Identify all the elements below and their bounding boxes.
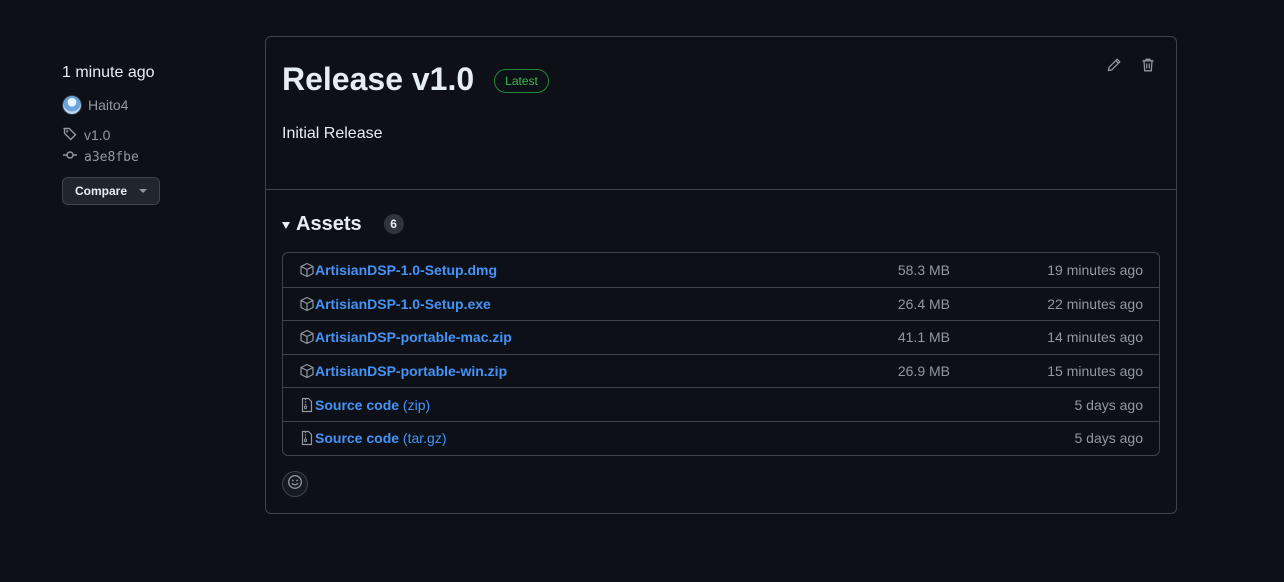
assets-section: Assets 6 ArtisianDSP-1.0-Setup.dmg 58.3 M… [266,212,1176,456]
add-reaction-button[interactable] [282,471,308,497]
compare-label: Compare [75,184,128,198]
asset-format: (tar.gz) [402,430,447,447]
avatar[interactable] [62,95,82,115]
tag-label[interactable]: v1.0 [84,127,110,143]
asset-list: ArtisianDSP-1.0-Setup.dmg 58.3 MB 19 minut… [282,252,1160,456]
package-icon [299,329,315,345]
release-time: 1 minute ago [62,64,155,81]
triangle-down-icon [282,221,290,229]
asset-size: 41.1 MB [897,329,950,346]
compare-button[interactable]: Compare [62,177,161,205]
asset-time: 5 days ago [1074,396,1144,413]
asset-size: 26.9 MB [897,363,950,380]
package-icon [299,262,315,278]
asset-size: 58.3 MB [897,261,950,278]
smiley-icon [287,474,303,495]
asset-name: ArtisianDSP-portable-win.zip [315,363,508,380]
asset-row: ArtisianDSP-1.0-Setup.dmg 58.3 MB 19 minut… [283,253,1159,287]
asset-row: ArtisianDSP-portable-win.zip 26.9 MB 15 mi… [283,353,1159,388]
asset-row: ArtisianDSP-1.0-Setup.exe 26.4 MB 22 minut… [283,286,1159,321]
asset-name: Source code [315,430,400,447]
asset-row: Source code (zip) 5 days ago [283,387,1159,421]
asset-name: ArtisianDSP-portable-mac.zip [315,329,512,346]
asset-download-link[interactable]: ArtisianDSP-portable-mac.zip [315,329,512,345]
asset-time: 5 days ago [1074,430,1144,447]
chevron-down-icon [139,189,148,193]
release-actions [1106,57,1156,73]
asset-download-link[interactable]: ArtisianDSP-portable-win.zip [315,363,507,379]
release-sidebar: 1 minute ago Haito4 v1.0 a3e8fbe Compare [62,62,252,205]
assets-title: Assets [296,212,362,235]
trash-icon[interactable] [1140,57,1156,73]
asset-download-link[interactable]: ArtisianDSP-1.0-Setup.dmg [315,262,497,278]
tag-row[interactable]: v1.0 [62,125,252,145]
file-zip-icon [299,397,315,413]
author-row[interactable]: Haito4 [62,94,252,116]
assets-count-badge: 6 [383,214,404,234]
release-header: Release v1.0 Latest Initial Release [266,37,1176,190]
assets-toggle[interactable]: Assets 6 [282,212,1160,236]
package-icon [299,363,315,379]
asset-row: Source code (tar.gz) 5 days ago [283,420,1159,455]
asset-download-link[interactable]: Source code (zip) [315,397,430,413]
release-notes: Initial Release [282,125,383,142]
asset-time: 19 minutes ago [1047,261,1143,278]
release-title[interactable]: Release v1.0 [282,59,474,99]
package-icon [299,296,315,312]
commit-row[interactable]: a3e8fbe [62,147,252,167]
asset-time: 14 minutes ago [1047,329,1143,346]
file-zip-icon [299,430,315,446]
asset-download-link[interactable]: ArtisianDSP-1.0-Setup.exe [315,296,491,312]
tag-icon [62,126,78,145]
pencil-icon[interactable] [1106,57,1122,73]
asset-format: (zip) [402,396,431,413]
commit-icon [62,147,78,167]
asset-name: Source code [315,396,400,413]
asset-name: ArtisianDSP-1.0-Setup.exe [315,295,491,312]
asset-download-link[interactable]: Source code (tar.gz) [315,430,447,446]
commit-sha[interactable]: a3e8fbe [84,150,139,165]
release-card: Release v1.0 Latest Initial Release Asse… [265,36,1177,514]
asset-row: ArtisianDSP-portable-mac.zip 41.1 MB 14 mi… [283,320,1159,354]
release-page: 1 minute ago Haito4 v1.0 a3e8fbe Compare… [0,0,1284,582]
asset-time: 15 minutes ago [1047,363,1143,380]
asset-time: 22 minutes ago [1047,295,1143,312]
author-name[interactable]: Haito4 [88,97,128,113]
latest-badge: Latest [494,69,549,93]
asset-size: 26.4 MB [897,295,950,312]
asset-name: ArtisianDSP-1.0-Setup.dmg [315,261,498,278]
